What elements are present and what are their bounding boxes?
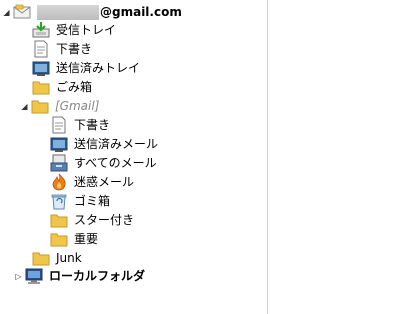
redacted-username (37, 4, 99, 20)
folder-gmail-sent[interactable]: 送信済みメール (50, 134, 158, 154)
folder-label: 送信済みトレイ (56, 61, 141, 75)
folder-label: ゴミ箱 (74, 194, 111, 208)
flame-icon (50, 173, 68, 191)
account-row[interactable]: ◢ @gmail.com (2, 2, 182, 22)
folder-gmail-starred[interactable]: スター付き (50, 210, 134, 230)
pane-splitter[interactable] (267, 0, 268, 314)
folder-label: 受信トレイ (56, 23, 117, 37)
folder-inbox[interactable]: 受信トレイ (32, 20, 116, 40)
folder-drafts[interactable]: 下書き (32, 39, 92, 59)
folder-label: ごみ箱 (56, 80, 93, 94)
folder-gmail-important[interactable]: 重要 (50, 229, 98, 249)
folder-gmail-spam[interactable]: 迷惑メール (50, 172, 134, 192)
folder-trash[interactable]: ごみ箱 (32, 77, 92, 97)
sent-icon (50, 135, 68, 153)
collapse-toggle-icon[interactable]: ▷ (14, 269, 23, 283)
drafts-icon (50, 116, 68, 134)
account-email: @gmail.com (100, 5, 182, 19)
computer-icon (25, 267, 43, 285)
expand-toggle-icon[interactable]: ◢ (2, 5, 11, 19)
expand-toggle-icon[interactable]: ◢ (20, 99, 29, 113)
folder-label: 送信済みメール (74, 137, 159, 151)
archive-icon (50, 154, 68, 172)
trash-bin-icon (50, 192, 68, 210)
drafts-icon (32, 40, 50, 58)
folder-gmail-drafts[interactable]: 下書き (50, 115, 110, 135)
folder-label: 迷惑メール (74, 175, 135, 189)
folder-sent[interactable]: 送信済みトレイ (32, 58, 140, 78)
folder-label: 重要 (74, 232, 99, 246)
folder-label: スター付き (74, 213, 135, 227)
folder-label: Junk (56, 251, 82, 265)
folder-gmail-all[interactable]: すべてのメール (50, 153, 157, 173)
folder-gmail-group[interactable]: ◢ [Gmail] (20, 96, 99, 116)
folder-label: [Gmail] (55, 99, 100, 113)
folder-icon (50, 230, 68, 248)
folder-icon (32, 78, 50, 96)
folder-pane: ◢ @gmail.com 受信トレイ 下書き 送信済みトレイ ごみ箱 ◢ [Gm… (0, 0, 267, 314)
folder-icon (32, 249, 50, 267)
folder-label: ローカルフォルダ (49, 269, 146, 283)
folder-label: すべてのメール (74, 156, 157, 170)
folder-icon (31, 97, 49, 115)
folder-gmail-trash[interactable]: ゴミ箱 (50, 191, 110, 211)
folder-label: 下書き (56, 42, 93, 56)
sent-icon (32, 59, 50, 77)
inbox-icon (32, 21, 50, 39)
folder-label: 下書き (74, 118, 111, 132)
folder-local[interactable]: ▷ ローカルフォルダ (14, 266, 145, 286)
folder-junk[interactable]: Junk (32, 248, 82, 268)
folder-icon (50, 211, 68, 229)
account-envelope-icon (13, 3, 31, 21)
